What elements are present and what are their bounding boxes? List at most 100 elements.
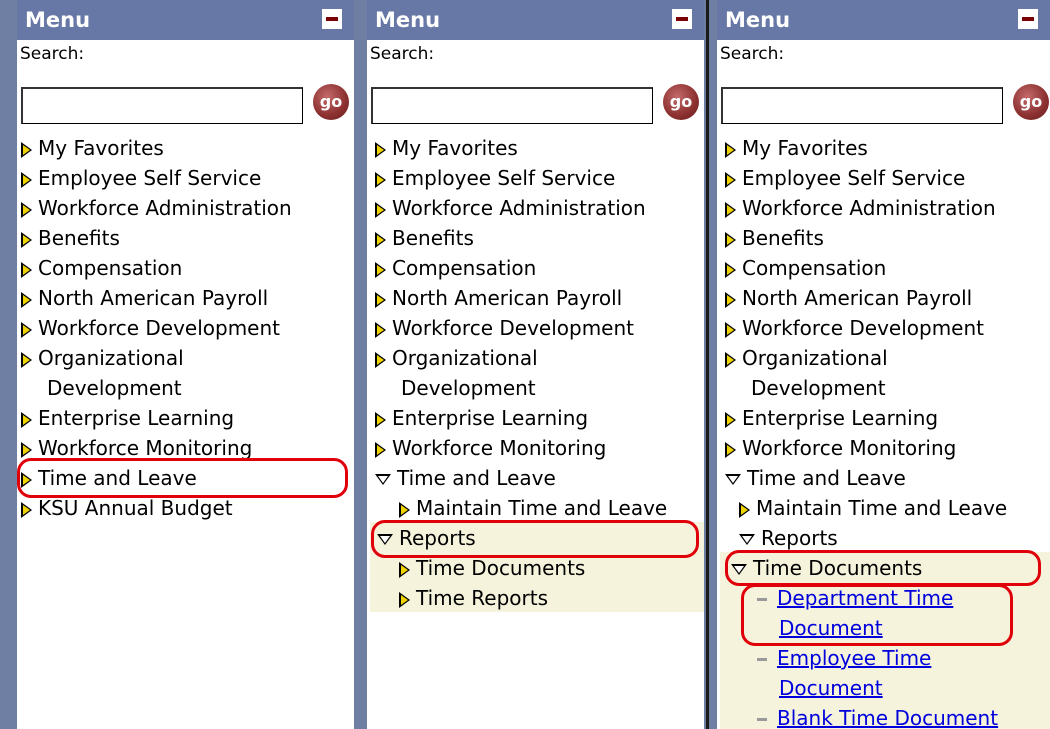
- panel-divider: [706, 0, 709, 729]
- menu-item-organizational-development[interactable]: Organizational: [21, 346, 184, 370]
- menu-item-time-and-leave[interactable]: Time and Leave: [375, 466, 556, 490]
- link-employee-time-document[interactable]: Employee Time: [757, 646, 931, 670]
- triangle-right-icon: [725, 261, 736, 278]
- menu-item-workforce-monitoring[interactable]: Workforce Monitoring: [375, 436, 606, 460]
- menu-item-workforce-development[interactable]: Workforce Development: [21, 316, 280, 340]
- menu-item-north-american-payroll[interactable]: North American Payroll: [725, 286, 972, 310]
- menu-item-label-continued[interactable]: Development: [401, 376, 536, 400]
- menu-item-employee-self-service[interactable]: Employee Self Service: [21, 166, 261, 190]
- menu-item-organizational-development[interactable]: Organizational: [375, 346, 538, 370]
- triangle-down-icon: [739, 534, 755, 545]
- menu-item-compensation[interactable]: Compensation: [21, 256, 182, 280]
- menu-panel-1: Menu Search: go My Favorites Employee Se…: [17, 0, 354, 729]
- annotation-circle: [17, 458, 348, 498]
- link-employee-time-document-cont[interactable]: Document: [779, 676, 883, 700]
- dash-icon: [757, 658, 767, 661]
- menu-header: Menu: [367, 0, 704, 40]
- triangle-right-icon: [725, 291, 736, 308]
- menu-item-label-continued[interactable]: Development: [751, 376, 886, 400]
- triangle-right-icon: [399, 561, 410, 578]
- triangle-right-icon: [375, 441, 386, 458]
- menu-item-workforce-administration[interactable]: Workforce Administration: [375, 196, 646, 220]
- menu-panel-3: Menu Search: go My Favorites Employee Se…: [717, 0, 1050, 729]
- triangle-right-icon: [375, 321, 386, 338]
- triangle-right-icon: [375, 231, 386, 248]
- triangle-right-icon: [725, 231, 736, 248]
- search-label: Search:: [720, 44, 785, 64]
- minimize-icon[interactable]: [672, 9, 692, 29]
- triangle-right-icon: [375, 171, 386, 188]
- menu-item-ksu-annual-budget[interactable]: KSU Annual Budget: [21, 496, 233, 520]
- annotation-circle: [741, 584, 1013, 646]
- triangle-right-icon: [21, 291, 32, 308]
- menu-item-my-favorites[interactable]: My Favorites: [21, 136, 164, 160]
- menu-item-workforce-monitoring[interactable]: Workforce Monitoring: [725, 436, 956, 460]
- triangle-down-icon: [375, 474, 391, 485]
- menu-item-workforce-development[interactable]: Workforce Development: [375, 316, 634, 340]
- menu-item-employee-self-service[interactable]: Employee Self Service: [375, 166, 615, 190]
- menu-item-workforce-administration[interactable]: Workforce Administration: [21, 196, 292, 220]
- menu-item-compensation[interactable]: Compensation: [725, 256, 886, 280]
- search-input[interactable]: [21, 87, 303, 124]
- triangle-right-icon: [21, 411, 32, 428]
- menu-item-north-american-payroll[interactable]: North American Payroll: [21, 286, 268, 310]
- menu-item-label-continued[interactable]: Development: [47, 376, 182, 400]
- search-input[interactable]: [721, 87, 1003, 124]
- minimize-icon[interactable]: [322, 9, 342, 29]
- search-input[interactable]: [371, 87, 653, 124]
- menu-item-north-american-payroll[interactable]: North American Payroll: [375, 286, 622, 310]
- triangle-right-icon: [725, 441, 736, 458]
- go-button[interactable]: go: [663, 84, 699, 120]
- menu-item-benefits[interactable]: Benefits: [725, 226, 824, 250]
- triangle-right-icon: [739, 501, 750, 518]
- menu-item-maintain-time-and-leave[interactable]: Maintain Time and Leave: [399, 496, 667, 520]
- menu-item-enterprise-learning[interactable]: Enterprise Learning: [725, 406, 938, 430]
- menu-item-reports[interactable]: Reports: [739, 526, 838, 550]
- annotation-circle: [725, 550, 1041, 586]
- go-button[interactable]: go: [1013, 84, 1049, 120]
- menu-item-employee-self-service[interactable]: Employee Self Service: [725, 166, 965, 190]
- minimize-icon[interactable]: [1018, 9, 1038, 29]
- menu-item-workforce-monitoring[interactable]: Workforce Monitoring: [21, 436, 252, 460]
- triangle-right-icon: [375, 291, 386, 308]
- menu-header: Menu: [17, 0, 354, 40]
- link-blank-time-document[interactable]: Blank Time Document: [757, 706, 998, 729]
- menu-item-workforce-administration[interactable]: Workforce Administration: [725, 196, 996, 220]
- triangle-right-icon: [375, 261, 386, 278]
- dash-icon: [757, 718, 767, 721]
- triangle-down-icon: [725, 474, 741, 485]
- go-button[interactable]: go: [313, 84, 349, 120]
- triangle-right-icon: [375, 141, 386, 158]
- menu-item-my-favorites[interactable]: My Favorites: [375, 136, 518, 160]
- menu-item-compensation[interactable]: Compensation: [375, 256, 536, 280]
- triangle-right-icon: [21, 261, 32, 278]
- menu-item-benefits[interactable]: Benefits: [21, 226, 120, 250]
- triangle-right-icon: [21, 231, 32, 248]
- menu-item-time-documents[interactable]: Time Documents: [399, 556, 585, 580]
- menu-item-organizational-development[interactable]: Organizational: [725, 346, 888, 370]
- menu-item-time-reports[interactable]: Time Reports: [399, 586, 548, 610]
- menu-item-benefits[interactable]: Benefits: [375, 226, 474, 250]
- triangle-right-icon: [21, 201, 32, 218]
- search-label: Search:: [370, 44, 435, 64]
- menu-item-enterprise-learning[interactable]: Enterprise Learning: [375, 406, 588, 430]
- menu-item-time-and-leave[interactable]: Time and Leave: [725, 466, 906, 490]
- triangle-right-icon: [375, 411, 386, 428]
- menu-title: Menu: [375, 8, 441, 32]
- triangle-right-icon: [21, 141, 32, 158]
- triangle-right-icon: [725, 321, 736, 338]
- triangle-right-icon: [21, 171, 32, 188]
- search-label: Search:: [20, 44, 85, 64]
- triangle-right-icon: [21, 321, 32, 338]
- triangle-right-icon: [725, 411, 736, 428]
- menu-item-workforce-development[interactable]: Workforce Development: [725, 316, 984, 340]
- annotation-circle: [371, 520, 699, 558]
- triangle-right-icon: [399, 501, 410, 518]
- menu-item-maintain-time-and-leave[interactable]: Maintain Time and Leave: [739, 496, 1007, 520]
- triangle-right-icon: [21, 351, 32, 368]
- menu-header: Menu: [717, 0, 1050, 40]
- menu-item-enterprise-learning[interactable]: Enterprise Learning: [21, 406, 234, 430]
- triangle-right-icon: [399, 591, 410, 608]
- triangle-right-icon: [725, 351, 736, 368]
- menu-item-my-favorites[interactable]: My Favorites: [725, 136, 868, 160]
